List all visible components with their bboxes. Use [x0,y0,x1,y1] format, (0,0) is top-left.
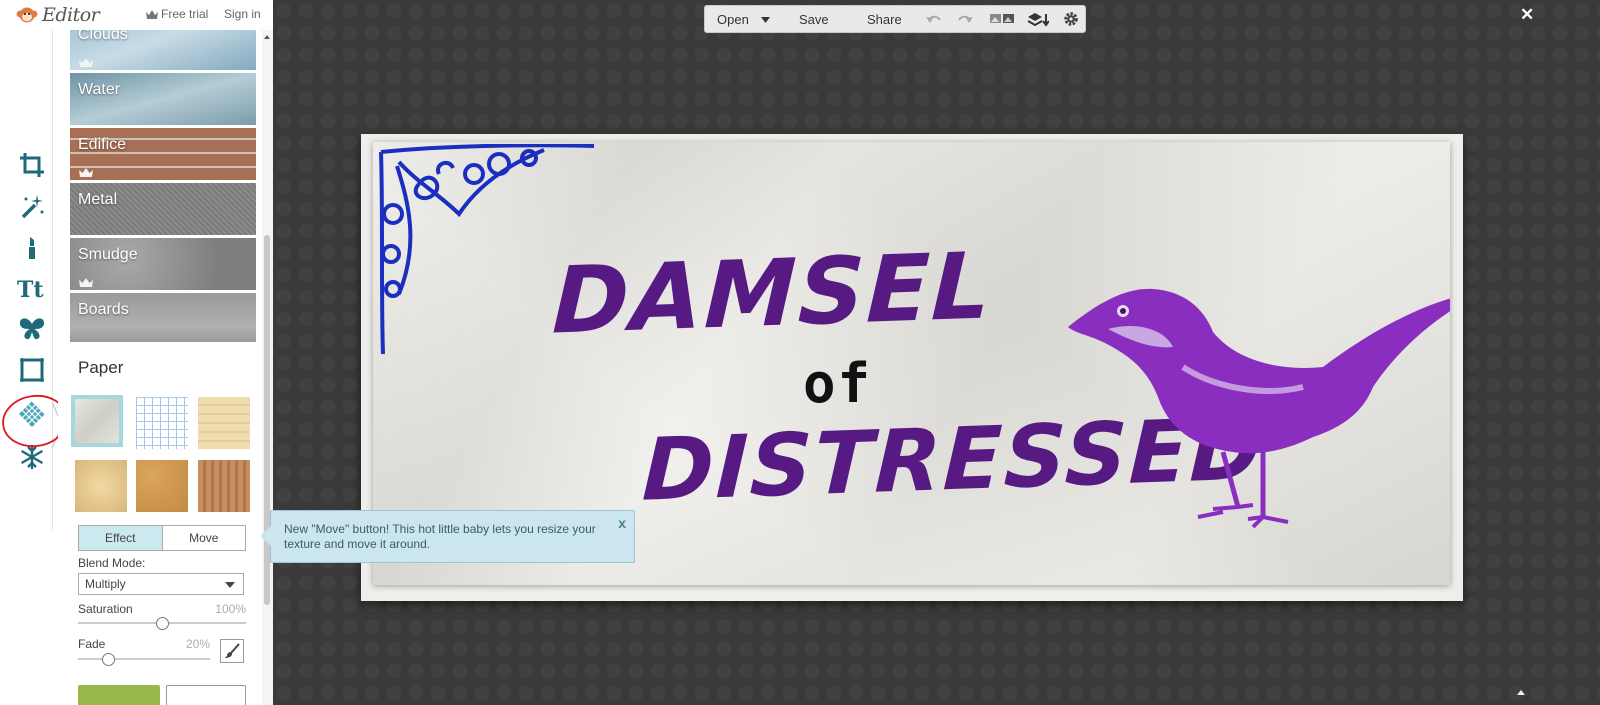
touch-up-tool-button[interactable] [14,229,50,265]
frame-icon [20,358,44,382]
open-button[interactable]: Open [717,12,749,27]
saturation-label: Saturation [78,602,133,616]
app-name: Editor [42,4,100,26]
crop-tool-button[interactable] [14,147,50,183]
undo-icon[interactable] [925,11,943,27]
texture-label: Water [78,81,121,98]
overlays-tool-button[interactable] [14,311,50,347]
cancel-button[interactable] [166,685,246,705]
redo-icon[interactable] [956,11,974,27]
text-icon: Tt [17,277,44,301]
texture-item-metal[interactable]: Metal [70,183,256,235]
blend-mode-select[interactable]: Multiply [78,573,244,595]
free-trial-link[interactable]: Free trial [146,7,208,21]
magic-wand-icon [21,195,44,219]
blend-mode-value: Multiply [85,577,126,591]
save-button[interactable]: Save [799,12,829,27]
toolbar-divider [52,30,53,530]
layers-icon[interactable] [1027,11,1049,27]
panel-scrollbar[interactable] [262,30,273,705]
move-feature-tooltip: New "Move" button! This hot little baby … [260,510,635,563]
crown-icon [79,58,93,67]
fade-slider-knob[interactable] [102,653,115,666]
lipstick-icon [29,237,35,259]
texture-separator [70,342,256,350]
move-mode-button[interactable]: Move [163,526,246,550]
fade-value: 20% [185,637,210,651]
monkey-logo-icon [16,7,38,23]
fade-label: Fade [78,637,106,651]
artwork-title-line2: of [803,352,873,415]
artwork-title-line1: DAMSEL [550,232,995,355]
crown-icon [146,9,158,19]
svg-text:Tt: Tt [17,277,44,301]
tooltip-arrow [260,526,271,546]
gear-icon[interactable] [1062,11,1080,27]
crop-icon [20,153,44,177]
paintbrush-icon [225,643,240,658]
fade-slider[interactable] [78,653,210,666]
paper-section-title: Paper [78,358,124,377]
paper-swatch-lined[interactable] [198,397,250,449]
paper-swatch-parchment[interactable] [75,460,127,512]
paper-swatch-cardboard[interactable] [198,460,250,512]
sign-in-link[interactable]: Sign in [224,7,261,21]
top-toolbar: Open Save Share [704,5,1086,33]
texture-item-water[interactable]: Water [70,73,256,125]
purple-bird-icon [1068,288,1450,529]
scroll-up-corner-icon[interactable] [1517,690,1525,695]
close-editor-button[interactable]: ✕ [1520,5,1534,25]
free-trial-label: Free trial [161,7,209,21]
texture-label: Edifice [78,136,127,153]
mode-toggle: Effect Move [78,525,246,551]
texture-label: Metal [78,191,118,208]
paper-swatch-grid[interactable] [136,397,188,449]
left-margin [0,0,12,705]
paper-swatch-cork[interactable] [136,460,188,512]
scroll-up-arrow-icon[interactable] [264,35,270,39]
paper-swatch-crumpled[interactable] [71,395,123,447]
texture-label: Smudge [78,246,138,263]
effect-mode-button[interactable]: Effect [79,526,163,550]
saturation-slider[interactable] [78,617,246,630]
texture-panel: Clouds Water Edifice Metal Smudge Boards… [58,30,262,705]
saturation-value: 100% [215,602,246,616]
share-button[interactable]: Share [867,12,902,27]
texture-label: Clouds [78,30,128,43]
crown-icon [79,278,93,287]
logo[interactable]: Editor [16,4,100,26]
app-header: Editor Free trial Sign in [12,0,267,31]
texture-item-smudge[interactable]: Smudge [70,238,256,290]
saturation-slider-knob[interactable] [156,617,169,630]
open-dropdown-chevron-icon[interactable] [761,17,770,23]
frames-tool-button[interactable] [14,352,50,388]
text-tool-button[interactable]: Tt [14,270,50,306]
tooltip-close-button[interactable]: x [618,515,626,531]
tooltip-text: New "Move" button! This hot little baby … [284,522,596,551]
texture-item-edifice[interactable]: Edifice [70,128,256,180]
compare-images-icon[interactable] [989,11,1015,27]
effects-tool-button[interactable] [14,188,50,224]
crown-icon [79,168,93,177]
brush-button[interactable] [220,639,244,663]
apply-button[interactable] [78,685,160,705]
texture-item-clouds[interactable]: Clouds [70,30,256,70]
blend-mode-label: Blend Mode: [78,556,146,570]
butterfly-icon [19,318,45,340]
chevron-down-icon [225,582,235,588]
texture-label: Boards [78,301,129,318]
